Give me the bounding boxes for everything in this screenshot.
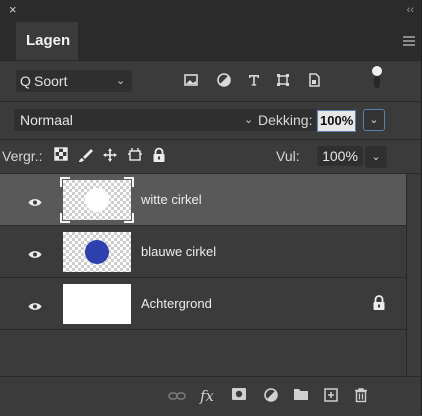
lock-artboard-icon[interactable] — [126, 147, 144, 165]
divider — [0, 101, 421, 102]
lock-position-icon[interactable] — [101, 147, 119, 165]
add-mask-icon[interactable] — [230, 387, 248, 405]
link-layers-icon[interactable] — [168, 387, 186, 405]
fill-label: Vul: — [276, 148, 300, 164]
image-filter-icon[interactable] — [182, 72, 200, 90]
chevron-down-icon: ⌄ — [244, 114, 254, 126]
filter-toggle-switch[interactable] — [371, 66, 383, 90]
layer-name[interactable]: witte cirkel — [141, 174, 202, 226]
layers-empty-area[interactable] — [0, 330, 406, 376]
lock-transparency-icon[interactable] — [52, 147, 70, 165]
layer-thumbnail[interactable] — [60, 177, 134, 223]
adjustment-layer-icon[interactable] — [262, 387, 280, 405]
layers-panel: × ‹‹ Lagen Q Soort ⌄ Normaal ⌄ Dekking: … — [0, 0, 422, 416]
close-icon[interactable]: × — [9, 2, 17, 18]
lock-icon — [372, 294, 386, 312]
divider — [0, 139, 421, 140]
tab-lagen[interactable]: Lagen — [16, 22, 78, 60]
blend-row: Normaal ⌄ Dekking: 100% ⌄ — [14, 109, 385, 133]
layer-thumbnail[interactable] — [63, 284, 131, 324]
thumbnail-circle — [85, 240, 109, 264]
selection-corner — [60, 213, 70, 223]
text-filter-icon[interactable] — [245, 72, 263, 90]
layer-name[interactable]: blauwe cirkel — [141, 226, 216, 278]
panel-menu-icon[interactable] — [403, 36, 415, 46]
lock-label: Vergr.: — [2, 148, 43, 164]
search-icon: Q — [20, 73, 31, 89]
filter-row: Q Soort ⌄ — [16, 66, 406, 92]
filter-kind-select[interactable]: Q Soort ⌄ — [16, 70, 132, 92]
selection-corner — [124, 177, 134, 187]
tab-bar: Lagen — [0, 22, 421, 61]
blend-mode-value: Normaal — [20, 112, 73, 128]
delete-layer-icon[interactable] — [352, 387, 370, 405]
eye-icon[interactable] — [28, 194, 42, 206]
scrollbar[interactable] — [406, 174, 421, 376]
chevron-down-icon: ⌄ — [116, 75, 126, 87]
opacity-input[interactable]: 100% — [317, 110, 357, 132]
fx-icon[interactable]: fx — [198, 387, 216, 405]
panel-titlebar: × ‹‹ — [0, 0, 421, 22]
adjustment-filter-icon[interactable] — [215, 72, 233, 90]
smart-object-filter-icon[interactable] — [305, 72, 323, 90]
bottom-toolbar: fx — [0, 376, 421, 416]
lock-row: Vergr.: Vul: 100% ⌄ — [0, 144, 421, 168]
shape-filter-icon[interactable] — [274, 72, 292, 90]
eye-icon[interactable] — [28, 246, 42, 258]
lock-brush-icon[interactable] — [77, 147, 95, 165]
opacity-label: Dekking: — [258, 109, 317, 131]
fill-input[interactable]: 100% — [317, 146, 363, 166]
blend-mode-select[interactable]: Normaal ⌄ — [14, 109, 281, 131]
new-layer-icon[interactable] — [322, 387, 340, 405]
chevron-down-icon: ⌄ — [369, 114, 379, 126]
layer-row[interactable]: Achtergrond — [0, 278, 406, 330]
selection-corner — [124, 213, 134, 223]
layer-row[interactable]: witte cirkel — [0, 174, 406, 226]
layer-row[interactable]: blauwe cirkel — [0, 226, 406, 278]
selection-corner — [60, 177, 70, 187]
lock-all-icon[interactable] — [150, 147, 168, 165]
filter-kind-label: Soort — [34, 73, 68, 89]
thumbnail-circle — [85, 188, 109, 212]
eye-icon[interactable] — [28, 298, 42, 310]
layers-list: witte cirkel blauwe cirkel Achtergrond — [0, 174, 406, 376]
chevron-down-icon: ⌄ — [371, 151, 381, 163]
collapse-icon[interactable]: ‹‹ — [407, 2, 414, 18]
layer-thumbnail[interactable] — [63, 232, 131, 272]
new-group-icon[interactable] — [292, 387, 310, 405]
opacity-dropdown-button[interactable]: ⌄ — [363, 109, 385, 131]
fill-dropdown-button[interactable]: ⌄ — [365, 146, 387, 168]
layer-name[interactable]: Achtergrond — [141, 278, 212, 330]
